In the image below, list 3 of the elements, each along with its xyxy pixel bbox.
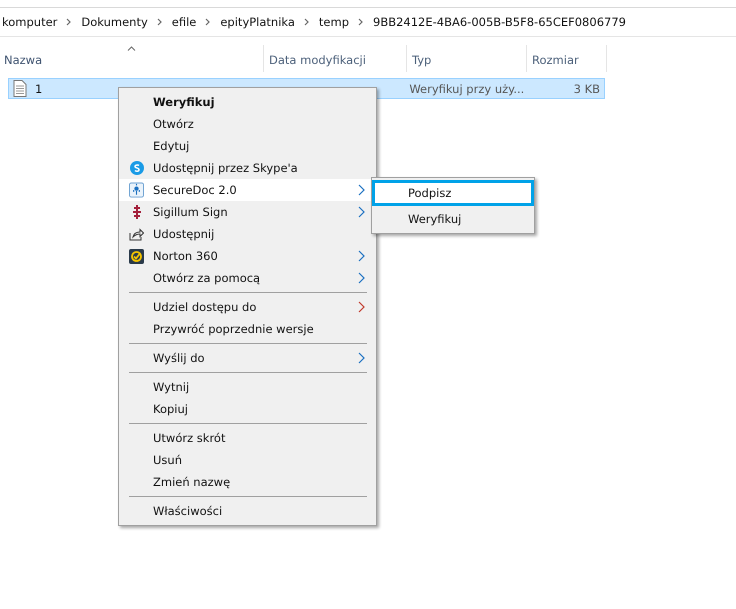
file-name: 1 [35, 82, 42, 96]
file-size: 3 KB [572, 82, 602, 96]
file-type: Weryfikuj przy uży... [408, 82, 525, 96]
